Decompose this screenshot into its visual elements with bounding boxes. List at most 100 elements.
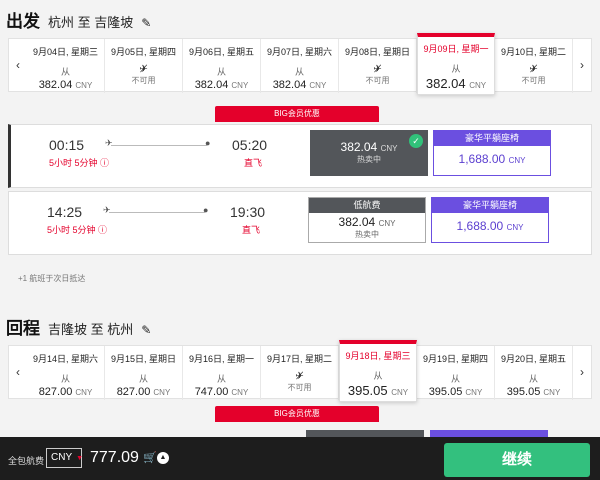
from-label: 从	[216, 67, 226, 77]
date-price: 747.00 CNY	[194, 386, 249, 398]
from-label: 从	[373, 371, 383, 381]
date-price: 382.04 CNY	[38, 79, 93, 91]
fare-premium[interactable]: 豪华平躺座椅 1,688.00 CNY	[433, 130, 551, 176]
info-icon: ⓘ	[100, 158, 110, 168]
from-label: 从	[450, 374, 460, 384]
date-label: 9月17日, 星期二	[266, 354, 333, 364]
date-label: 9月15日, 星期日	[110, 354, 177, 364]
fare-standard-selected[interactable]: ✓ 382.04 CNY 热卖中	[310, 130, 428, 176]
chevron-left-icon[interactable]: ‹	[9, 39, 27, 91]
unavailable-label: 不可用	[287, 383, 312, 392]
duration: 5小时 5分钟 ⓘ	[47, 225, 108, 235]
no-flight-icon: ✈̸	[373, 64, 382, 75]
total-amount: 777.09	[90, 449, 139, 466]
date-option[interactable]: 9月07日, 星期六从 382.04 CNY	[261, 39, 339, 93]
from-label: 从	[60, 374, 70, 384]
fare-price: 382.04 CNY	[338, 215, 396, 229]
return-route: 吉隆坡 至 杭州	[48, 322, 134, 337]
promo-tab: BIG会员优惠	[215, 106, 379, 122]
fare-premium[interactable]: 豪华平躺座椅 1,688.00 CNY	[431, 197, 549, 243]
fare-status: 热卖中	[357, 155, 381, 164]
from-label: 从	[216, 374, 226, 384]
date-option[interactable]: 9月08日, 星期日 ✈̸ 不可用	[339, 39, 417, 93]
fare-box-peek	[430, 430, 548, 437]
return-date-carousel: ‹ › 9月14日, 星期六从 827.00 CNY 9月15日, 星期日从 827.…	[8, 340, 592, 402]
date-option[interactable]: 9月05日, 星期四 ✈̸ 不可用	[105, 39, 183, 93]
outbound-date-carousel: ‹ › 9月04日, 星期三从 382.04 CNY 9月05日, 星期四 ✈̸ 不可用…	[8, 33, 592, 95]
info-icon: ⓘ	[98, 225, 108, 235]
outbound-header: 出发 杭州 至 吉隆坡 ✎	[6, 7, 151, 32]
caret-down-icon: ▼	[76, 455, 84, 462]
date-label: 9月10日, 星期二	[500, 47, 567, 57]
date-label: 9月07日, 星期六	[266, 47, 333, 57]
date-label: 9月05日, 星期四	[110, 47, 177, 57]
next-day-note: +1 航班于次日抵达	[18, 274, 86, 283]
date-price: 382.04 CNY	[194, 79, 249, 91]
date-price: 382.04 CNY	[272, 79, 327, 91]
date-option[interactable]: 9月14日, 星期六从 827.00 CNY	[27, 346, 105, 400]
flight-row[interactable]: 14:25 ✈ ● 19:30 5小时 5分钟 ⓘ 直飞 低航费 382.04 …	[8, 191, 592, 255]
route-line	[109, 212, 205, 213]
return-title: 回程	[6, 319, 40, 338]
date-price: 395.05 CNY	[347, 383, 409, 398]
plane-icon: ✈	[105, 138, 113, 148]
pin-icon: ●	[205, 138, 211, 148]
chevron-left-icon[interactable]: ‹	[9, 346, 27, 398]
flight-row[interactable]: 00:15 ✈ ● 05:20 5小时 5分钟 ⓘ 直飞 ✓ 382.04 CN…	[8, 124, 592, 188]
duration: 5小时 5分钟 ⓘ	[49, 158, 110, 168]
date-option[interactable]: 9月15日, 星期日从 827.00 CNY	[105, 346, 183, 400]
date-option[interactable]: 9月18日, 星期三从 395.05 CNY	[339, 340, 417, 402]
date-option[interactable]: 9月20日, 星期五从 395.05 CNY	[495, 346, 573, 400]
date-option[interactable]: 9月19日, 星期四从 395.05 CNY	[417, 346, 495, 400]
total-label: 全包航费	[8, 456, 45, 466]
from-label: 从	[60, 67, 70, 77]
from-label: 从	[294, 67, 304, 77]
date-option[interactable]: 9月09日, 星期一从 382.04 CNY	[417, 33, 495, 95]
no-flight-icon: ✈̸	[139, 64, 148, 75]
direct-label: 直飞	[242, 225, 261, 235]
no-flight-icon: ✈̸	[295, 371, 304, 382]
fare-header: 豪华平躺座椅	[434, 131, 550, 146]
fare-header: 低航费	[309, 198, 425, 213]
arrival-time: 05:20	[232, 137, 268, 153]
departure-time: 14:25	[47, 204, 83, 220]
date-option[interactable]: 9月10日, 星期二 ✈̸ 不可用	[495, 39, 573, 93]
date-label: 9月09日, 星期一	[423, 44, 489, 54]
plane-icon: ✈	[103, 205, 111, 215]
date-option[interactable]: 9月16日, 星期一从 747.00 CNY	[183, 346, 261, 400]
date-label: 9月04日, 星期三	[32, 47, 99, 57]
no-flight-icon: ✈̸	[529, 64, 538, 75]
date-option[interactable]: 9月04日, 星期三从 382.04 CNY	[27, 39, 105, 93]
unavailable-label: 不可用	[131, 76, 156, 85]
chevron-right-icon[interactable]: ›	[573, 39, 591, 91]
from-label: 从	[138, 374, 148, 384]
fare-standard[interactable]: 低航费 382.04 CNY 热卖中	[308, 197, 426, 243]
date-option[interactable]: 9月17日, 星期二 ✈̸ 不可用	[261, 346, 339, 400]
currency-select[interactable]: CNY ▼	[46, 448, 84, 468]
route-line	[111, 145, 207, 146]
date-price: 827.00 CNY	[116, 386, 171, 398]
date-price: 382.04 CNY	[425, 76, 487, 91]
departure-time: 00:15	[49, 137, 85, 153]
chevron-right-icon[interactable]: ›	[573, 346, 591, 398]
check-icon: ✓	[409, 134, 423, 148]
edit-route-icon[interactable]: ✎	[141, 323, 151, 337]
chevron-up-icon[interactable]: ▲	[157, 452, 169, 464]
outbound-title: 出发	[6, 12, 40, 31]
date-label: 9月14日, 星期六	[32, 354, 99, 364]
cart-icon[interactable]: 🛒	[143, 451, 157, 464]
date-option[interactable]: 9月06日, 星期五从 382.04 CNY	[183, 39, 261, 93]
continue-button[interactable]: 继续	[444, 443, 590, 477]
from-label: 从	[528, 374, 538, 384]
date-label: 9月18日, 星期三	[345, 351, 411, 361]
date-price: 395.05 CNY	[428, 386, 483, 398]
edit-route-icon[interactable]: ✎	[141, 16, 151, 30]
unavailable-label: 不可用	[365, 76, 390, 85]
fare-header: 豪华平躺座椅	[432, 198, 548, 213]
date-price: 827.00 CNY	[38, 386, 93, 398]
return-header: 回程 吉隆坡 至 杭州 ✎	[6, 314, 151, 339]
date-label: 9月06日, 星期五	[188, 47, 255, 57]
date-label: 9月16日, 星期一	[188, 354, 255, 364]
direct-label: 直飞	[244, 158, 263, 168]
date-label: 9月19日, 星期四	[422, 354, 489, 364]
